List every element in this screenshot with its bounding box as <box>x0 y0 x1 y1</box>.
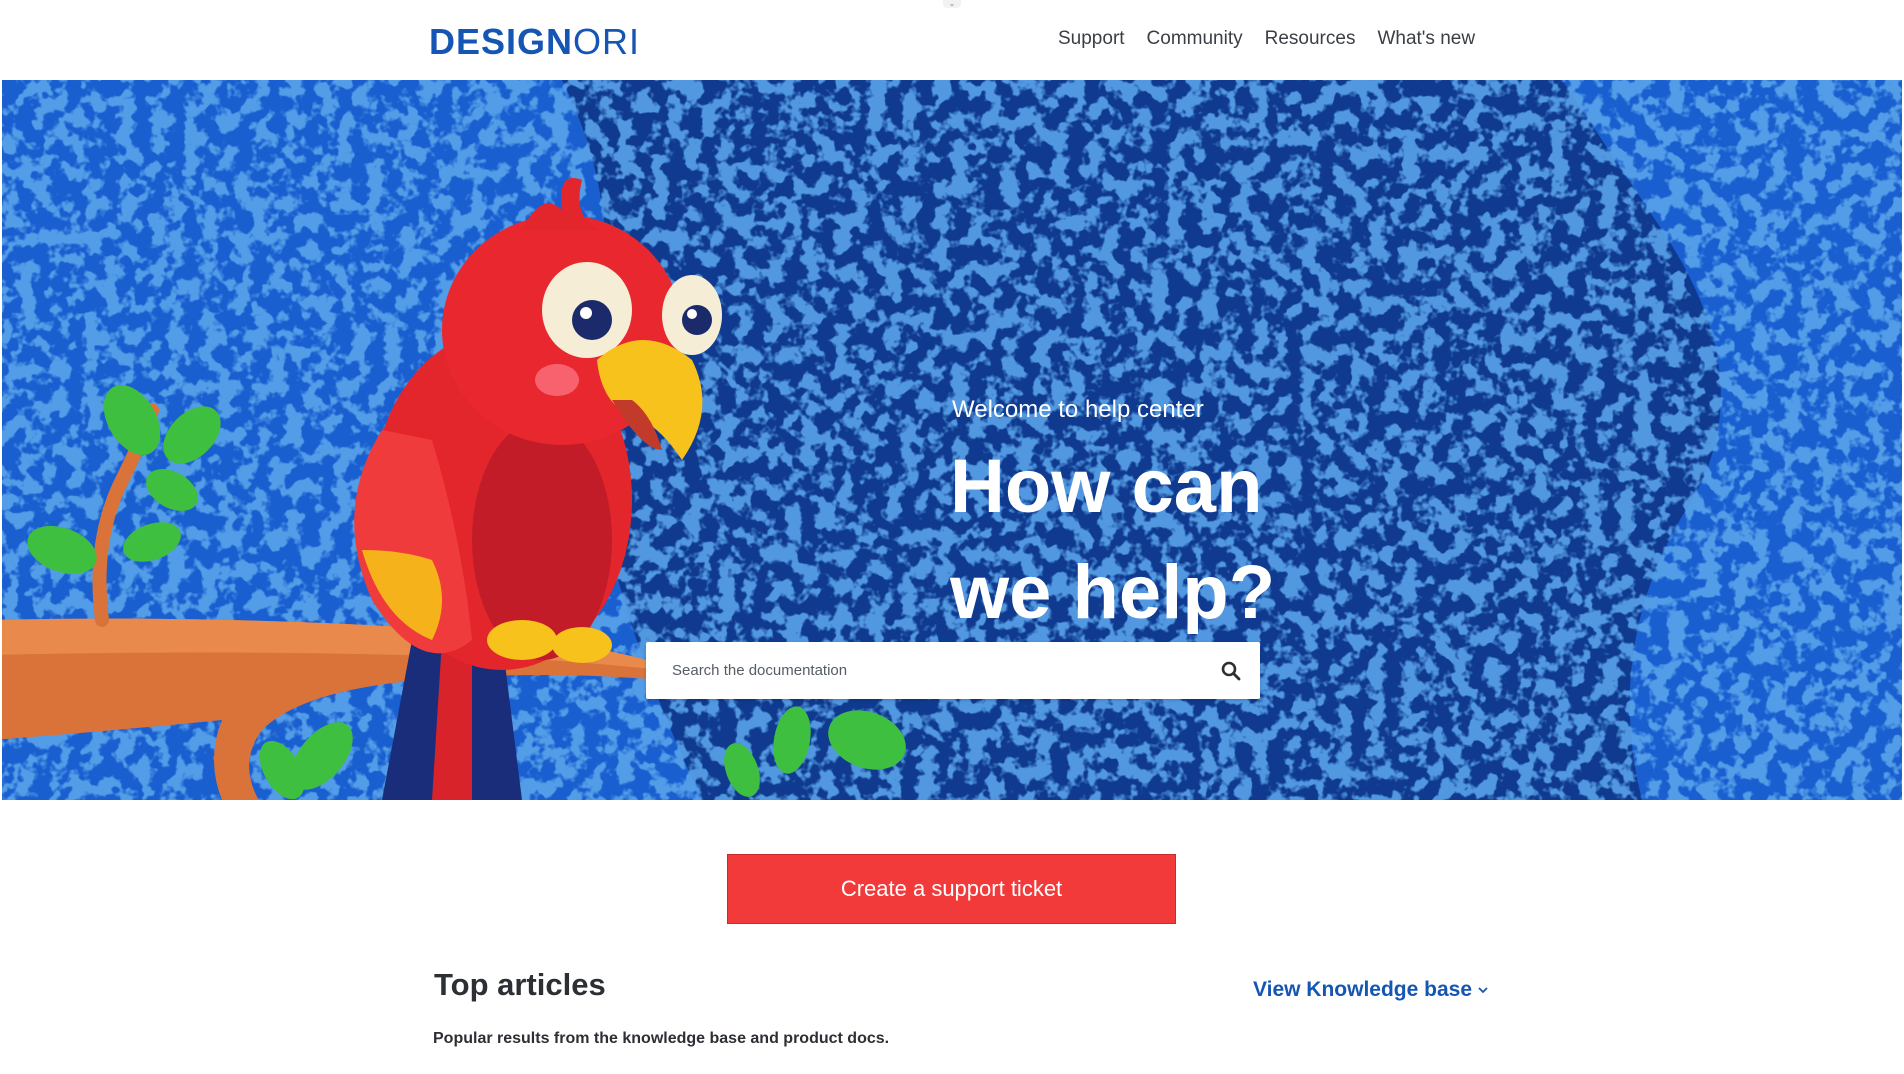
chevron-down-icon <box>1478 987 1488 994</box>
search-input[interactable] <box>646 642 1206 699</box>
nav-item-whats-new[interactable]: What's new <box>1377 26 1475 52</box>
main-nav: Support Community Resources What's new <box>1035 26 1475 52</box>
logo-part-light: ORI <box>573 21 641 62</box>
top-articles-heading: Top articles <box>434 967 606 1002</box>
hero-banner: Welcome to help center How can we help? <box>2 80 1902 800</box>
view-knowledge-base-label: View Knowledge base <box>1253 978 1473 1001</box>
search-box <box>646 642 1260 699</box>
view-knowledge-base-link[interactable]: View Knowledge base <box>1253 978 1488 1002</box>
hero-headline-line1: How can <box>950 444 1263 529</box>
hero-headline-line2: we help? <box>950 550 1276 635</box>
collapse-handle[interactable]: ⌄ <box>943 0 961 8</box>
chevron-down-icon: ⌄ <box>948 0 956 8</box>
hero-welcome-text: Welcome to help center <box>952 396 1204 423</box>
nav-item-resources[interactable]: Resources <box>1265 26 1356 52</box>
site-header: ⌄ DESIGNORI Support Community Resources … <box>0 0 1904 80</box>
logo[interactable]: DESIGNORI <box>429 22 640 62</box>
top-articles-subtitle: Popular results from the knowledge base … <box>433 1030 890 1047</box>
hero-headline: How can we help? <box>950 434 1275 646</box>
logo-part-bold: DESIGN <box>429 21 574 62</box>
nav-item-community[interactable]: Community <box>1147 26 1243 52</box>
nav-item-support[interactable]: Support <box>1058 26 1125 52</box>
search-button[interactable] <box>1214 654 1248 688</box>
search-icon <box>1221 661 1241 681</box>
create-support-ticket-button[interactable]: Create a support ticket <box>727 854 1176 924</box>
